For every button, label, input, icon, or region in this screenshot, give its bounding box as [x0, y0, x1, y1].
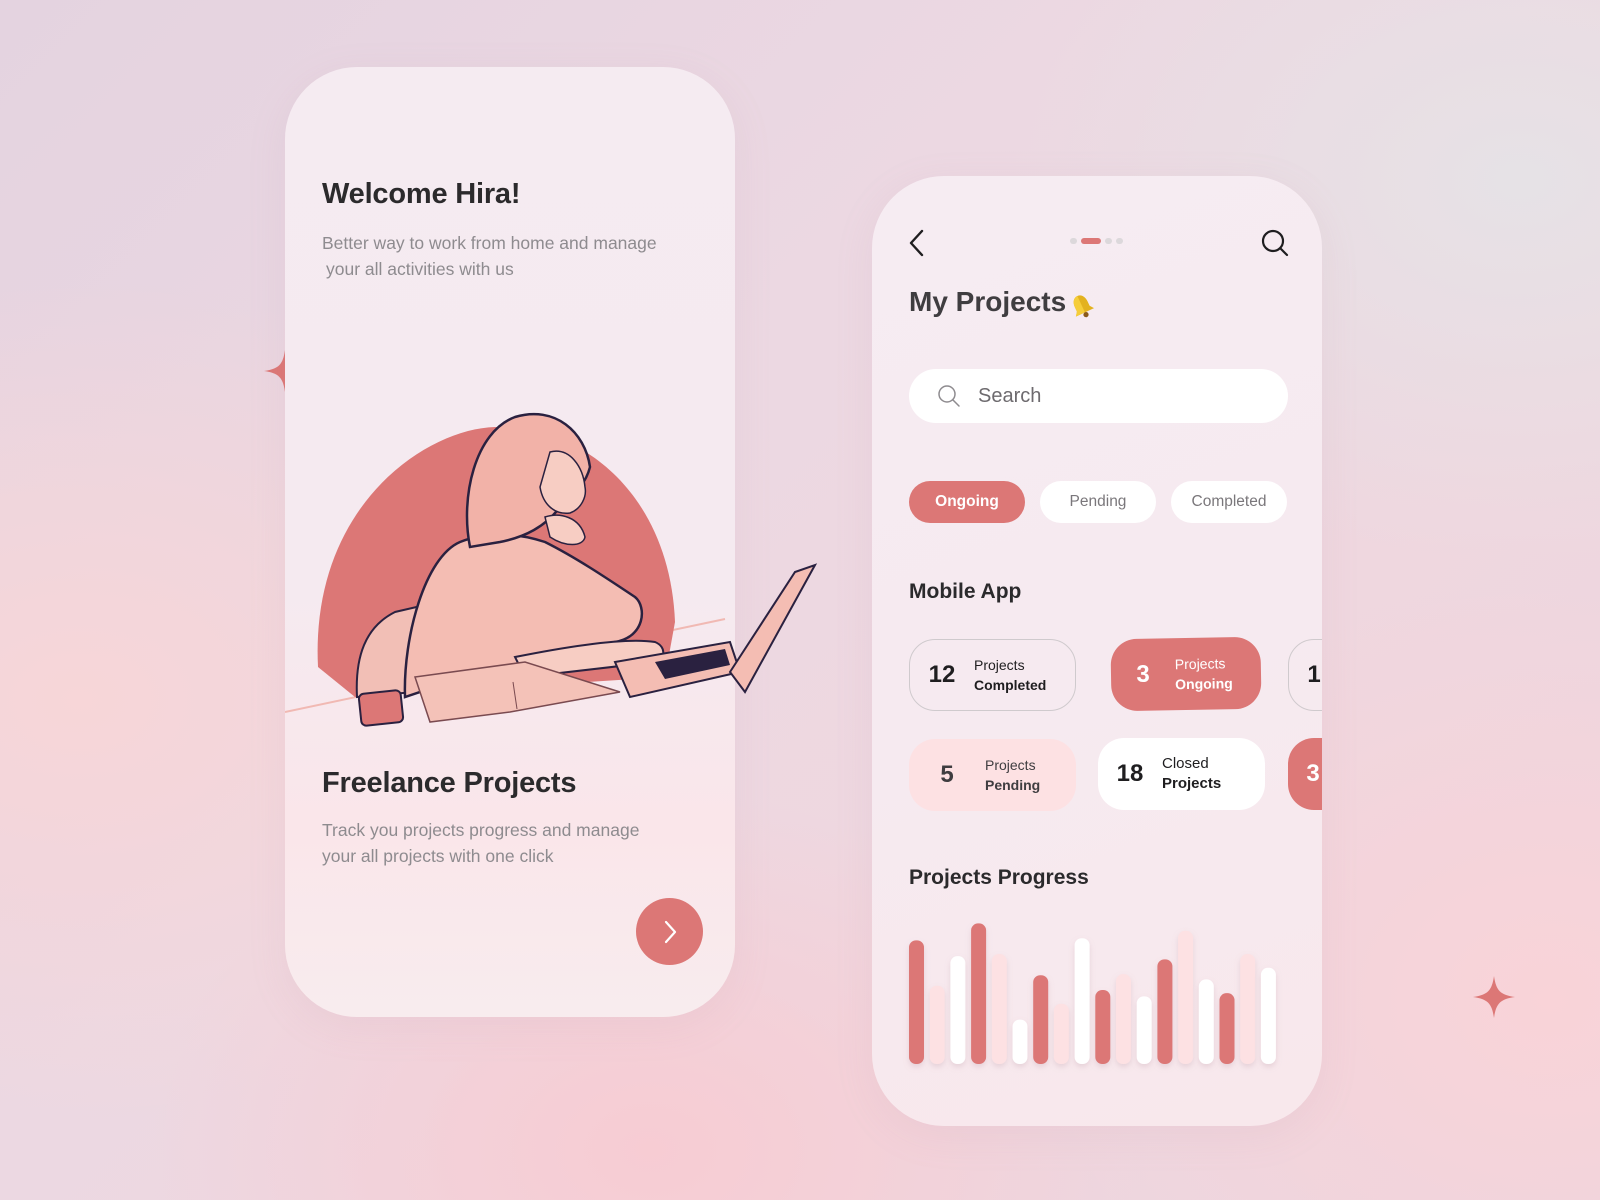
welcome-subtitle: Better way to work from home and manage	[322, 233, 657, 253]
welcome-title: Welcome Hira!	[322, 178, 521, 210]
chart-bar	[929, 985, 945, 1064]
page-dot[interactable]	[1116, 238, 1123, 244]
chevron-right-icon	[664, 920, 676, 943]
progress-bar-chart	[909, 923, 1276, 1064]
chart-bar	[971, 923, 987, 1064]
stat-number: 5	[940, 761, 954, 788]
woman-working-on-laptop-illustration	[285, 412, 818, 727]
search-button[interactable]	[1260, 228, 1290, 258]
stat-card-pending[interactable]: 5 Projects Pending	[909, 739, 1076, 811]
chart-bar	[1033, 975, 1049, 1064]
onboarding-screen: Welcome Hira! Better way to work from ho…	[285, 67, 818, 1017]
chart-bar	[1198, 979, 1214, 1064]
search-icon	[1261, 229, 1289, 257]
chart-bar	[909, 940, 924, 1064]
chart-bar	[1095, 990, 1111, 1064]
stat-label: Closed Projects	[1162, 754, 1221, 794]
next-button[interactable]	[636, 898, 703, 965]
chart-bar	[950, 956, 966, 1064]
chart-bar	[1240, 954, 1256, 1064]
chart-bar	[1136, 996, 1152, 1064]
page-indicator	[1070, 238, 1123, 244]
stat-label: Projects Pending	[985, 755, 1040, 795]
back-button[interactable]	[906, 228, 930, 258]
stat-label-line2: Ongoing	[1175, 675, 1233, 693]
stat-label-line1: Closed	[1162, 755, 1209, 772]
page-dot[interactable]	[1105, 238, 1112, 244]
stat-card-partial[interactable]: 1	[1288, 639, 1322, 711]
search-icon	[938, 385, 960, 407]
stat-number: 12	[928, 661, 956, 688]
welcome-subtitle: your all activities with us	[326, 259, 514, 279]
page-title: My Projects	[909, 286, 1067, 317]
chart-bar	[1219, 993, 1235, 1064]
section-title: Mobile App	[909, 580, 1022, 603]
chart-bar	[1157, 959, 1173, 1064]
chart-bar	[1012, 1019, 1028, 1064]
stat-label-line2: Completed	[974, 677, 1047, 693]
chart-bar	[1053, 1003, 1069, 1064]
tab-pending[interactable]: Pending	[1040, 481, 1156, 523]
filter-tabs: Ongoing Pending Completed	[909, 481, 1287, 523]
sparkle-icon	[1473, 976, 1515, 1018]
chart-bar	[1178, 930, 1194, 1064]
chart-bar	[991, 954, 1007, 1064]
bell-icon	[1073, 295, 1095, 318]
stat-card-ongoing[interactable]: 3 Projects Ongoing	[1110, 636, 1262, 712]
progress-title: Projects Progress	[909, 866, 1089, 889]
feature-subtitle: Track you projects progress and manage	[322, 820, 640, 840]
stat-number: 3	[1306, 760, 1320, 787]
stat-number: 1	[1307, 661, 1321, 688]
feature-subtitle: your all projects with one click	[322, 846, 554, 866]
search-input[interactable]	[976, 383, 1260, 409]
page-dot[interactable]	[1070, 238, 1077, 244]
chart-bar	[1116, 974, 1131, 1064]
chart-bar	[1074, 938, 1090, 1064]
chevron-left-icon	[909, 229, 924, 257]
stat-label-line1: Projects	[985, 757, 1036, 773]
stat-label-line2: Projects	[1162, 775, 1222, 792]
stat-card-completed[interactable]: 12 Projects Completed	[909, 639, 1076, 711]
stat-label: Projects Completed	[974, 655, 1046, 695]
feature-title: Freelance Projects	[322, 767, 577, 799]
stat-number: 3	[1136, 660, 1150, 688]
tab-completed[interactable]: Completed	[1171, 481, 1287, 523]
stat-label: Projects Ongoing	[1175, 653, 1233, 694]
stat-label-line2: Pending	[985, 777, 1041, 793]
stat-card-closed[interactable]: 18 Closed Projects	[1098, 738, 1265, 810]
tab-ongoing[interactable]: Ongoing	[909, 481, 1025, 523]
stat-card-partial[interactable]: 3	[1288, 738, 1322, 810]
stat-label-line1: Projects	[974, 657, 1025, 673]
stat-number: 18	[1116, 760, 1144, 787]
page-dot-active[interactable]	[1081, 238, 1101, 244]
chart-bar	[1260, 967, 1276, 1064]
projects-screen: My Projects Ongoing Pending Completed Mo…	[872, 176, 1322, 1126]
search-field[interactable]	[909, 369, 1288, 423]
stat-label-line1: Projects	[1174, 655, 1226, 673]
